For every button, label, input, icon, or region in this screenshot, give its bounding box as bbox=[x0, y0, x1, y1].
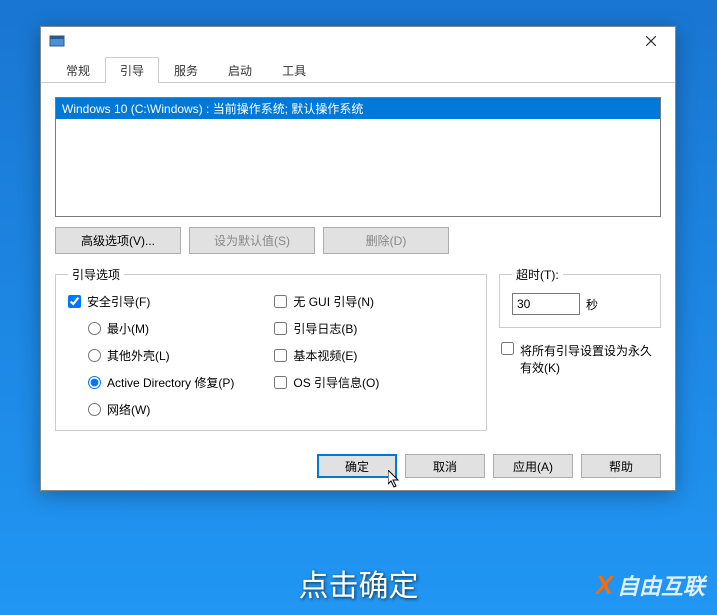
tab-general[interactable]: 常规 bbox=[51, 57, 105, 83]
boot-right-col: 无 GUI 引导(N) 引导日志(B) 基本视频(E) OS 引导信息 bbox=[274, 293, 379, 418]
advanced-options-button[interactable]: 高级选项(V)... bbox=[55, 227, 181, 254]
base-video-label: 基本视频(E) bbox=[293, 347, 357, 364]
network-input[interactable] bbox=[88, 403, 101, 416]
os-boot-info-label: OS 引导信息(O) bbox=[293, 374, 379, 391]
msconfig-dialog: 常规 引导 服务 启动 工具 Windows 10 (C:\Windows) :… bbox=[40, 26, 676, 491]
options-row: 引导选项 安全引导(F) 最小(M) 其他外壳(L) bbox=[55, 266, 661, 431]
base-video-checkbox[interactable]: 基本视频(E) bbox=[274, 347, 379, 364]
titlebar[interactable] bbox=[41, 27, 675, 57]
timeout-input[interactable] bbox=[512, 293, 580, 315]
no-gui-input[interactable] bbox=[274, 295, 287, 308]
network-radio[interactable]: 网络(W) bbox=[88, 401, 234, 418]
tab-boot[interactable]: 引导 bbox=[105, 57, 159, 83]
network-label: 网络(W) bbox=[107, 401, 150, 418]
ad-repair-radio[interactable]: Active Directory 修复(P) bbox=[88, 374, 234, 391]
close-button[interactable] bbox=[631, 29, 671, 53]
permanent-input[interactable] bbox=[501, 342, 514, 355]
close-icon bbox=[646, 36, 656, 46]
ok-button[interactable]: 确定 bbox=[317, 454, 397, 478]
ad-repair-input[interactable] bbox=[88, 376, 101, 389]
os-boot-info-input[interactable] bbox=[274, 376, 287, 389]
tab-content: Windows 10 (C:\Windows) : 当前操作系统; 默认操作系统… bbox=[41, 83, 675, 439]
permanent-label: 将所有引导设置设为永久有效(K) bbox=[520, 342, 661, 376]
tab-bar: 常规 引导 服务 启动 工具 bbox=[41, 57, 675, 83]
permanent-checkbox[interactable]: 将所有引导设置设为永久有效(K) bbox=[501, 342, 661, 376]
minimal-label: 最小(M) bbox=[107, 320, 149, 337]
cancel-button[interactable]: 取消 bbox=[405, 454, 485, 478]
timeout-legend: 超时(T): bbox=[512, 266, 563, 283]
ad-repair-label: Active Directory 修复(P) bbox=[107, 374, 234, 391]
safe-boot-checkbox[interactable]: 安全引导(F) bbox=[68, 293, 234, 310]
watermark-text: 自由互联 bbox=[617, 569, 705, 601]
no-gui-label: 无 GUI 引导(N) bbox=[293, 293, 374, 310]
os-list-item[interactable]: Windows 10 (C:\Windows) : 当前操作系统; 默认操作系统 bbox=[56, 98, 660, 119]
minimal-input[interactable] bbox=[88, 322, 101, 335]
alt-shell-input[interactable] bbox=[88, 349, 101, 362]
alt-shell-label: 其他外壳(L) bbox=[107, 347, 170, 364]
base-video-input[interactable] bbox=[274, 349, 287, 362]
apply-button[interactable]: 应用(A) bbox=[493, 454, 573, 478]
timeout-seconds-label: 秒 bbox=[586, 296, 598, 313]
dialog-footer: 确定 取消 应用(A) 帮助 bbox=[317, 454, 661, 478]
os-listbox[interactable]: Windows 10 (C:\Windows) : 当前操作系统; 默认操作系统 bbox=[55, 97, 661, 217]
right-column: 超时(T): 秒 将所有引导设置设为永久有效(K) bbox=[499, 266, 661, 376]
boot-options-legend: 引导选项 bbox=[68, 266, 124, 283]
alt-shell-radio[interactable]: 其他外壳(L) bbox=[88, 347, 234, 364]
app-icon bbox=[49, 34, 65, 50]
no-gui-checkbox[interactable]: 无 GUI 引导(N) bbox=[274, 293, 379, 310]
tab-startup[interactable]: 启动 bbox=[213, 57, 267, 83]
boot-left-col: 安全引导(F) 最小(M) 其他外壳(L) Active Direct bbox=[68, 293, 234, 418]
safe-boot-input[interactable] bbox=[68, 295, 81, 308]
boot-log-checkbox[interactable]: 引导日志(B) bbox=[274, 320, 379, 337]
minimal-radio[interactable]: 最小(M) bbox=[88, 320, 234, 337]
timeout-group: 超时(T): 秒 bbox=[499, 266, 661, 328]
boot-log-label: 引导日志(B) bbox=[293, 320, 357, 337]
safe-boot-label: 安全引导(F) bbox=[87, 293, 150, 310]
boot-log-input[interactable] bbox=[274, 322, 287, 335]
watermark: X 自由互联 bbox=[596, 569, 705, 601]
boot-button-row: 高级选项(V)... 设为默认值(S) 删除(D) bbox=[55, 227, 661, 254]
os-boot-info-checkbox[interactable]: OS 引导信息(O) bbox=[274, 374, 379, 391]
watermark-x-icon: X bbox=[596, 570, 613, 601]
tab-services[interactable]: 服务 bbox=[159, 57, 213, 83]
tab-tools[interactable]: 工具 bbox=[267, 57, 321, 83]
set-default-button: 设为默认值(S) bbox=[189, 227, 315, 254]
boot-options-group: 引导选项 安全引导(F) 最小(M) 其他外壳(L) bbox=[55, 266, 487, 431]
help-button[interactable]: 帮助 bbox=[581, 454, 661, 478]
delete-button: 删除(D) bbox=[323, 227, 449, 254]
